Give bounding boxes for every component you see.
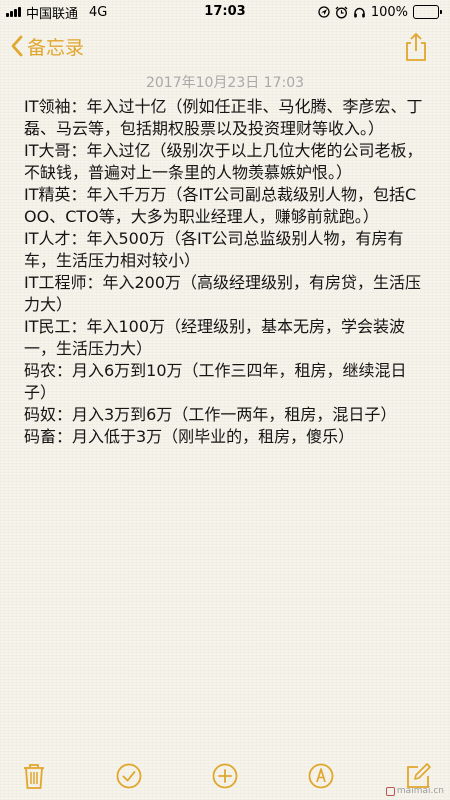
compose-icon <box>407 763 431 788</box>
nav-bar: 备忘录 <box>0 24 450 68</box>
new-note-button[interactable] <box>404 762 432 790</box>
delete-button[interactable] <box>20 762 48 790</box>
note-line-it-elite: IT精英：年入千万万（各IT公司副总裁级别人物，包括COO、CTO等，大多为职业… <box>24 185 417 226</box>
bottom-toolbar <box>0 752 450 800</box>
trash-icon <box>24 764 44 789</box>
add-attachment-button[interactable] <box>211 762 239 790</box>
headphones-icon <box>354 7 365 17</box>
alarm-icon <box>335 6 348 18</box>
note-line-coder: 码农：月入6万到10万（工作三四年，租房，继续混日子） <box>24 361 407 402</box>
note-date: 2017年10月23日 17:03 <box>145 75 305 91</box>
battery-icon <box>413 5 442 19</box>
back-button[interactable]: 备忘录 <box>10 32 84 60</box>
location-icon <box>318 6 330 18</box>
note-line-it-talent: IT人才：年入500万（各IT公司总监级别人物，有房有车，生活压力相对较小） <box>24 229 404 270</box>
checklist-button[interactable] <box>115 762 143 790</box>
note-line-it-leader: IT领袖：年入过十亿（例如任正非、马化腾、李彦宏、丁磊、马云等，包括期权股票以及… <box>24 97 423 138</box>
note-line-it-boss: IT大哥：年入过亿（级别次于以上几位大佬的公司老板，不缺钱，普遍对上一条里的人物… <box>24 141 423 182</box>
note-line-code-beast: 码畜：月入低于3万（刚毕业的，租房，傻乐） <box>24 427 355 446</box>
share-button[interactable] <box>402 32 430 62</box>
note-line-code-slave: 码奴：月入3万到6万（工作一两年，租房，混日子） <box>24 405 397 424</box>
note-line-it-engineer: IT工程师：年入200万（高级经理级别，有房贷，生活压力大） <box>24 273 422 314</box>
status-bar: 中国联通 4G 17:03 100% <box>0 0 450 24</box>
checklist-icon <box>116 763 142 789</box>
note-line-it-worker: IT民工：年入100万（经理级别，基本无房，学会装波一，生活压力大） <box>24 317 406 358</box>
status-right: 100% <box>318 4 442 20</box>
add-icon <box>212 763 238 789</box>
note-body[interactable]: IT领袖：年入过十亿（例如任正非、马化腾、李彦宏、丁磊、马云等，包括期权股票以及… <box>24 96 428 448</box>
chevron-left-icon <box>11 35 23 57</box>
markup-button[interactable] <box>307 762 335 790</box>
share-icon <box>406 32 426 61</box>
battery-percent: 100% <box>370 4 408 20</box>
back-label: 备忘录 <box>27 36 85 59</box>
markup-pen-icon <box>308 763 334 789</box>
